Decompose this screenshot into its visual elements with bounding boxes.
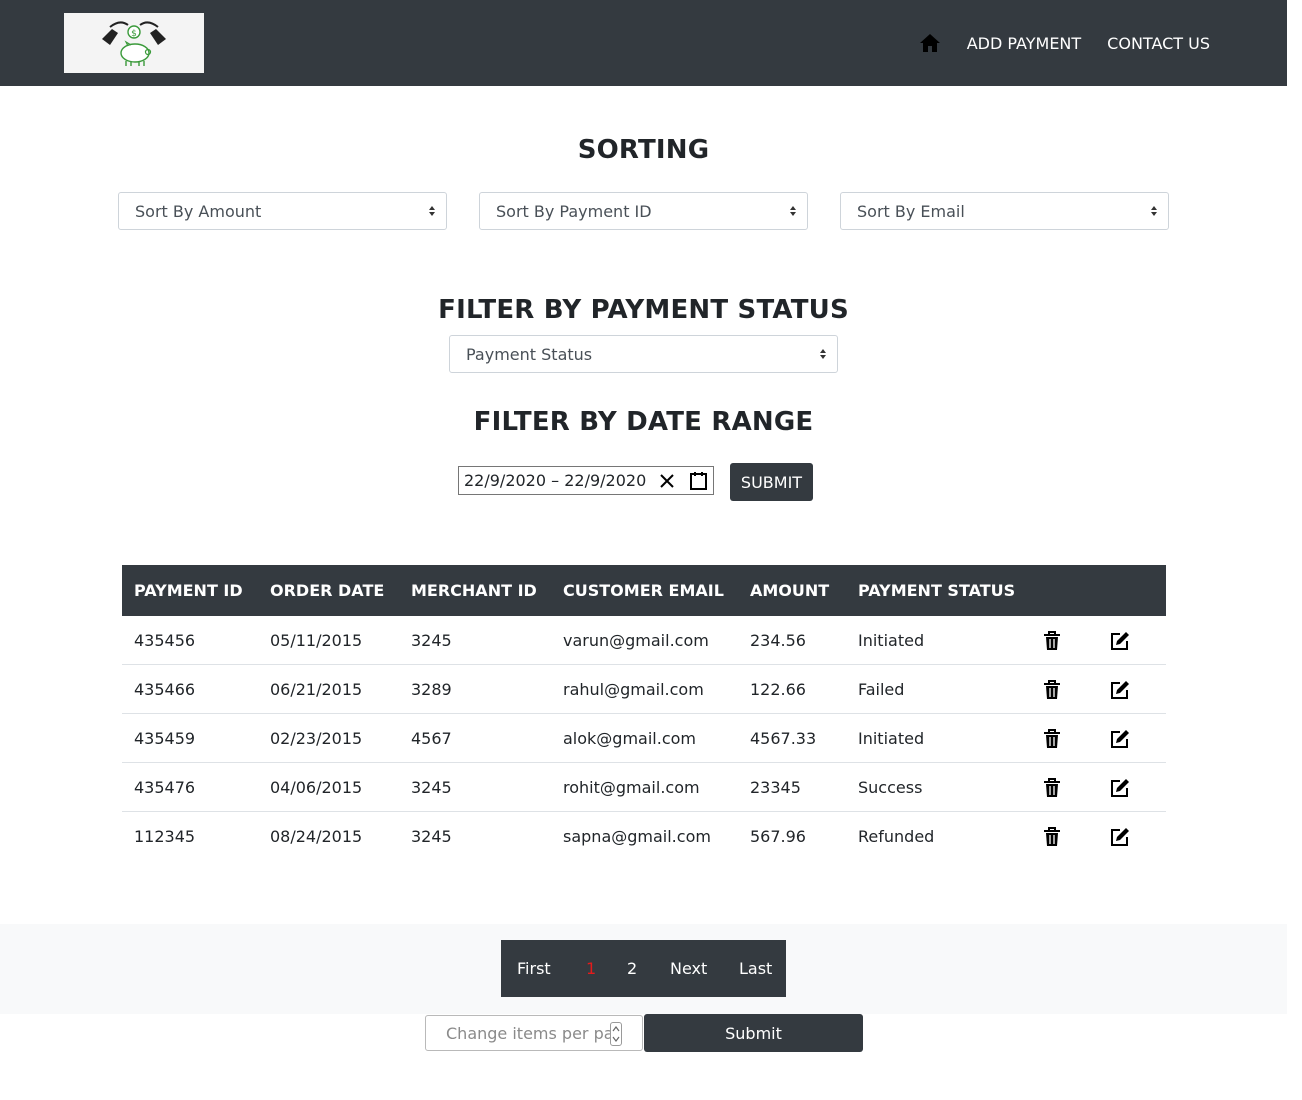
- navbar: $ ADD PAYMENT CONTACT US: [0, 0, 1287, 86]
- cell-payment-id: 435459: [134, 728, 196, 748]
- trash-icon[interactable]: [1043, 827, 1061, 847]
- date-submit-button[interactable]: SUBMIT: [730, 463, 813, 501]
- pagination-last[interactable]: Last: [739, 959, 772, 978]
- cell-order-date: 06/21/2015: [270, 679, 363, 699]
- cell-merchant-id: 4567: [411, 728, 452, 748]
- status-filter-heading: FILTER BY PAYMENT STATUS: [438, 295, 849, 325]
- cell-merchant-id: 3289: [411, 679, 452, 699]
- table-row: 435466 06/21/2015 3289 rahul@gmail.com 1…: [122, 665, 1166, 714]
- edit-icon[interactable]: [1110, 631, 1130, 651]
- cell-amount: 23345: [750, 777, 801, 797]
- header-customer-email: CUSTOMER EMAIL: [563, 581, 724, 600]
- cell-amount: 122.66: [750, 679, 806, 699]
- table-header-row: PAYMENT ID ORDER DATE MERCHANT ID CUSTOM…: [122, 565, 1166, 616]
- home-icon[interactable]: [919, 32, 941, 54]
- items-per-page-placeholder: Change items per page: [446, 1023, 614, 1043]
- cell-merchant-id: 3245: [411, 630, 452, 650]
- table-row: 435456 05/11/2015 3245 varun@gmail.com 2…: [122, 616, 1166, 665]
- sort-by-amount-select[interactable]: Sort By Amount: [118, 192, 447, 230]
- nav-contact-us-link[interactable]: CONTACT US: [1107, 34, 1210, 53]
- trash-icon[interactable]: [1043, 729, 1061, 749]
- edit-icon[interactable]: [1110, 778, 1130, 798]
- sort-by-amount-label: Sort By Amount: [135, 201, 262, 221]
- cell-order-date: 08/24/2015: [270, 827, 363, 846]
- trash-icon[interactable]: [1043, 680, 1061, 700]
- cell-order-date: 04/06/2015: [270, 777, 363, 797]
- cell-merchant-id: 3245: [411, 827, 452, 846]
- calendar-icon[interactable]: [690, 472, 707, 490]
- cell-customer-email: sapna@gmail.com: [563, 827, 711, 846]
- cell-payment-id: 435466: [134, 679, 196, 699]
- select-caret-icon: [820, 349, 826, 359]
- table-row: 112345 08/24/2015 3245 sapna@gmail.com 5…: [122, 812, 1166, 861]
- date-range-value: 22/9/2020 – 22/9/2020: [464, 471, 647, 490]
- trash-icon[interactable]: [1043, 631, 1061, 651]
- sort-by-email-label: Sort By Email: [857, 201, 965, 221]
- select-caret-icon: [790, 206, 796, 216]
- sort-by-payment-id-label: Sort By Payment ID: [496, 201, 652, 221]
- nav-add-payment-link[interactable]: ADD PAYMENT: [967, 34, 1081, 53]
- pagination: First 1 2 Next Last: [501, 940, 786, 997]
- cell-payment-status: Initiated: [858, 630, 925, 650]
- cell-order-date: 05/11/2015: [270, 630, 363, 650]
- edit-icon[interactable]: [1110, 680, 1130, 700]
- table-row: 435476 04/06/2015 3245 rohit@gmail.com 2…: [122, 763, 1166, 812]
- cell-payment-id: 435476: [134, 777, 196, 797]
- cell-customer-email: varun@gmail.com: [563, 630, 709, 650]
- cell-merchant-id: 3245: [411, 777, 452, 797]
- header-amount: AMOUNT: [750, 581, 830, 600]
- number-spinner-icon[interactable]: [610, 1022, 622, 1046]
- pagination-next[interactable]: Next: [670, 959, 707, 978]
- cell-order-date: 02/23/2015: [270, 728, 363, 748]
- sorting-heading: SORTING: [577, 135, 710, 165]
- select-caret-icon: [429, 206, 435, 216]
- pagination-page-1[interactable]: 1: [586, 959, 596, 978]
- payment-status-label: Payment Status: [466, 344, 593, 364]
- items-per-page-submit-button[interactable]: Submit: [644, 1014, 863, 1052]
- pagination-page-2[interactable]: 2: [627, 959, 637, 978]
- nav-links: ADD PAYMENT CONTACT US: [919, 0, 1210, 86]
- payment-status-select[interactable]: Payment Status: [449, 335, 838, 373]
- edit-icon[interactable]: [1110, 827, 1130, 847]
- header-order-date: ORDER DATE: [270, 581, 385, 600]
- header-payment-status: PAYMENT STATUS: [858, 581, 1016, 600]
- date-filter-heading: FILTER BY DATE RANGE: [473, 407, 814, 437]
- date-range-picker[interactable]: 22/9/2020 – 22/9/2020: [458, 466, 714, 495]
- logo[interactable]: $: [64, 13, 204, 73]
- cell-amount: 234.56: [750, 630, 806, 650]
- trash-icon[interactable]: [1043, 778, 1061, 798]
- cell-payment-status: Refunded: [858, 827, 935, 846]
- cell-payment-status: Failed: [858, 679, 905, 699]
- pagination-first[interactable]: First: [517, 959, 551, 978]
- svg-text:$: $: [131, 29, 137, 39]
- items-per-page-input[interactable]: Change items per page: [425, 1015, 643, 1051]
- cell-payment-id: 435456: [134, 630, 196, 650]
- sort-by-email-select[interactable]: Sort By Email: [840, 192, 1169, 230]
- table-row: 435459 02/23/2015 4567 alok@gmail.com 45…: [122, 714, 1166, 763]
- payments-table: PAYMENT ID ORDER DATE MERCHANT ID CUSTOM…: [122, 565, 1166, 861]
- select-caret-icon: [1151, 206, 1157, 216]
- cell-customer-email: rohit@gmail.com: [563, 777, 700, 797]
- header-merchant-id: MERCHANT ID: [411, 581, 537, 600]
- cell-payment-status: Initiated: [858, 728, 925, 748]
- clear-icon[interactable]: [659, 473, 675, 489]
- cell-payment-status: Success: [858, 777, 923, 797]
- cell-customer-email: rahul@gmail.com: [563, 679, 704, 699]
- cell-amount: 567.96: [750, 827, 806, 846]
- piggy-bank-logo-icon: $: [102, 21, 166, 66]
- cell-amount: 4567.33: [750, 728, 817, 748]
- cell-payment-id: 112345: [134, 827, 196, 846]
- cell-customer-email: alok@gmail.com: [563, 728, 696, 748]
- edit-icon[interactable]: [1110, 729, 1130, 749]
- sort-by-payment-id-select[interactable]: Sort By Payment ID: [479, 192, 808, 230]
- header-payment-id: PAYMENT ID: [134, 581, 243, 600]
